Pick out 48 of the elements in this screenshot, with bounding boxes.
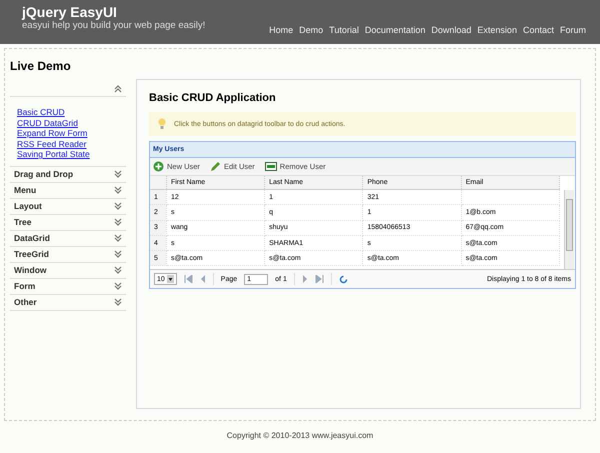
chevron-icon[interactable] <box>114 266 122 274</box>
chevron-icon[interactable] <box>114 282 122 290</box>
site-subtitle: easyui help you build your web page easily! <box>22 20 206 31</box>
section-header[interactable]: Form <box>14 281 36 291</box>
chevron-icon[interactable] <box>114 202 122 210</box>
nav-link[interactable]: Forum <box>560 25 586 35</box>
chevron-icon[interactable] <box>114 234 122 242</box>
chevron-icon[interactable] <box>114 186 122 194</box>
section-header[interactable]: Drag and Drop <box>14 169 74 179</box>
chevron-icon[interactable] <box>114 170 122 178</box>
nav-link[interactable]: Tutorial <box>329 25 359 35</box>
last-page-icon[interactable] <box>314 275 324 283</box>
section-header[interactable]: Tree <box>14 217 32 227</box>
chevron-icon[interactable] <box>114 250 122 258</box>
dropdown-arrow-icon[interactable] <box>166 275 174 283</box>
nav-link[interactable]: Demo <box>299 25 324 35</box>
section-header[interactable]: Menu <box>14 185 36 195</box>
sidebar-link[interactable]: CRUD DataGrid <box>17 118 78 128</box>
site-title: jQuery EasyUI <box>22 4 118 20</box>
section-header[interactable]: Window <box>14 265 46 275</box>
next-page-icon[interactable] <box>302 275 308 283</box>
chevron-icon[interactable] <box>114 84 122 92</box>
plus-icon <box>153 161 164 172</box>
sidebar-link[interactable]: Basic CRUD <box>17 107 65 118</box>
nav-link[interactable]: Contact <box>522 25 554 35</box>
section-header[interactable]: Other <box>14 297 37 307</box>
chevron-icon[interactable] <box>114 218 122 226</box>
chevron-icon[interactable] <box>114 298 122 306</box>
sidebar-link[interactable]: Saving Portal State <box>17 149 90 160</box>
section-header[interactable]: DataGrid <box>14 233 50 243</box>
nav-link[interactable]: Download <box>431 25 472 35</box>
pencil-icon <box>210 161 221 172</box>
nav-link[interactable]: Extension <box>477 25 517 35</box>
refresh-icon[interactable] <box>338 274 348 284</box>
sidebar-link[interactable]: Expand Row Form <box>17 128 88 138</box>
lightbulb-icon <box>158 118 166 130</box>
nav-link[interactable]: Home <box>269 25 294 35</box>
section-header[interactable]: TreeGrid <box>14 249 49 259</box>
remove-icon <box>264 162 277 171</box>
demo-title: Basic CRUD Application <box>149 92 277 104</box>
previous-page-icon[interactable] <box>200 275 206 283</box>
nav-link[interactable]: Documentation <box>364 25 426 35</box>
section-header[interactable]: Layout <box>14 201 42 211</box>
page-title: Live Demo <box>10 59 72 73</box>
scrollbar[interactable] <box>564 190 574 269</box>
first-page-icon[interactable] <box>184 275 193 283</box>
copyright-text: Copyright © 2010-2013 www.jeasyui.com <box>226 431 374 440</box>
sidebar-link[interactable]: RSS Feed Reader <box>17 138 86 149</box>
